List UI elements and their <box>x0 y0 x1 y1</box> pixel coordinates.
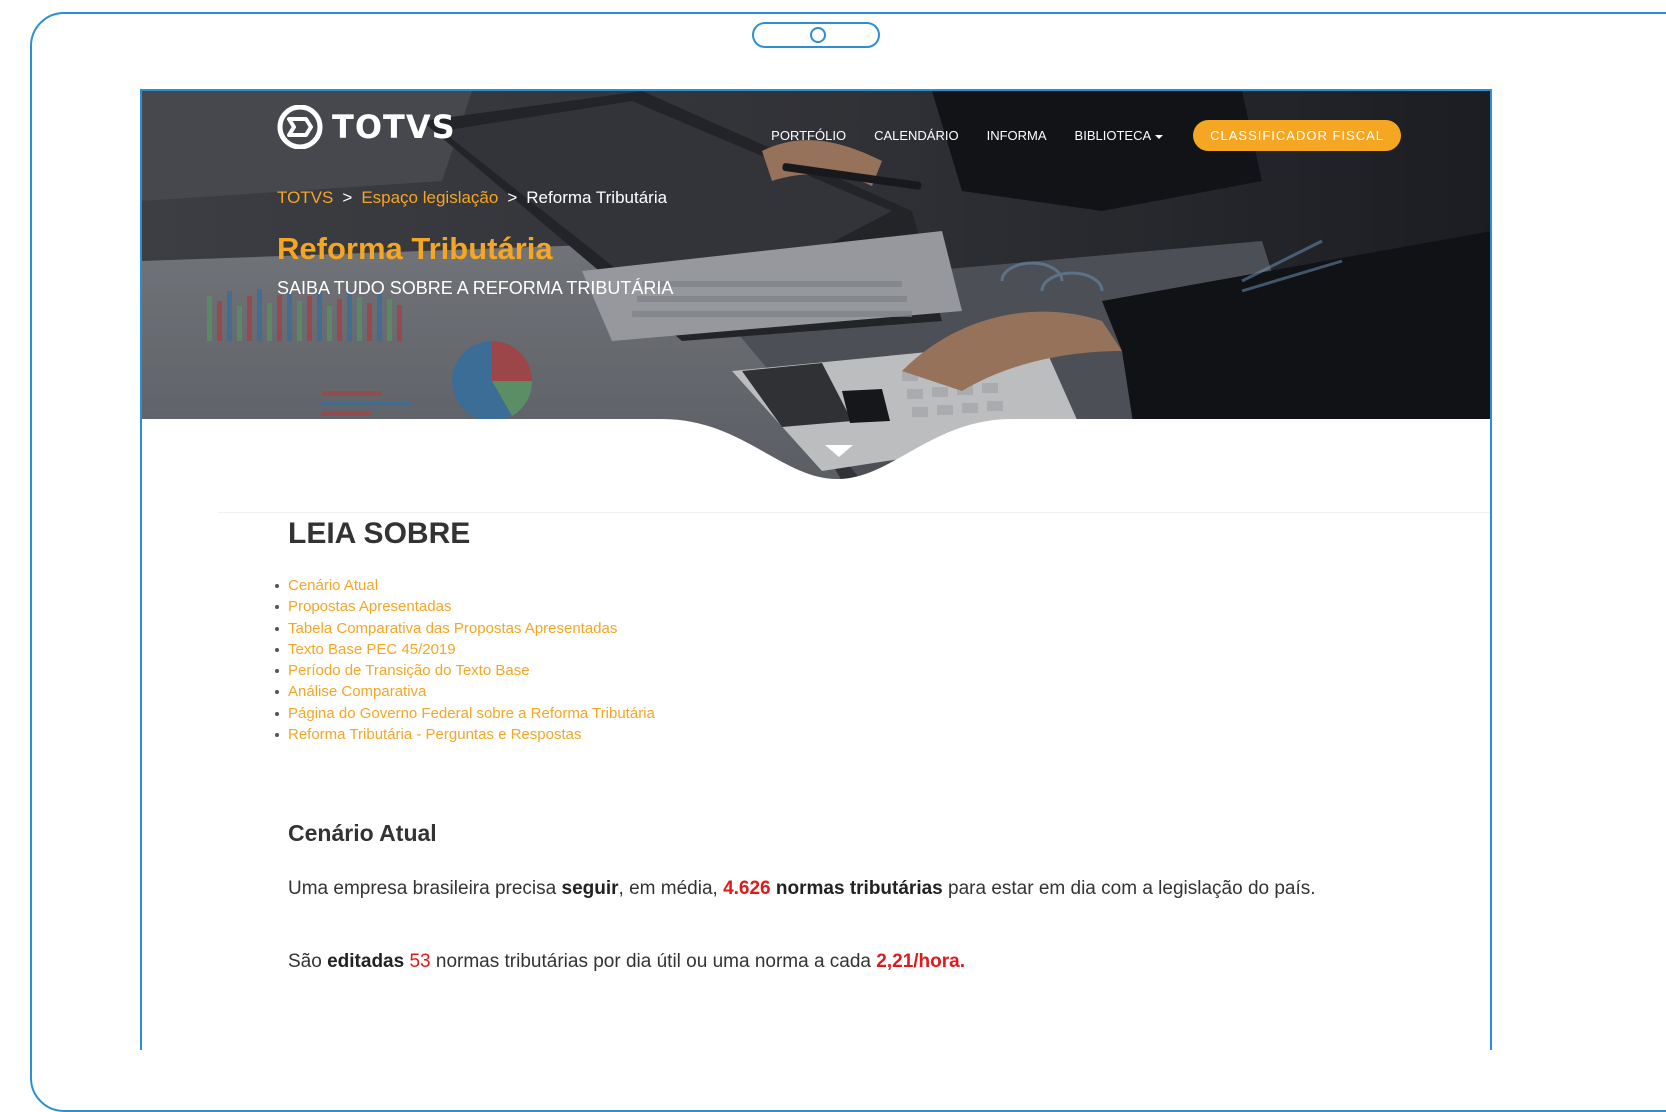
toc-link-tabela-comparativa[interactable]: Tabela Comparativa das Propostas Apresen… <box>288 620 617 637</box>
nav-biblioteca-dropdown[interactable]: BIBLIOTECA <box>1075 128 1164 143</box>
breadcrumb-current: Reforma Tributária <box>526 188 668 207</box>
totvs-logo-icon <box>277 105 323 149</box>
text: São <box>288 951 328 972</box>
highlight-number: 4.626 <box>723 878 771 899</box>
breadcrumb-link-espaco-legislacao[interactable]: Espaço legislação <box>361 188 498 207</box>
text: normas tributárias por dia útil ou uma n… <box>430 951 877 972</box>
list-item: Propostas Apresentadas <box>275 596 655 617</box>
cenario-atual-heading: Cenário Atual <box>288 820 437 846</box>
highlight-number: 2,21/hora. <box>876 951 965 972</box>
highlight-number: 53 <box>404 951 431 972</box>
main-nav: PORTFÓLIO CALENDÁRIO INFORMA BIBLIOTECA … <box>771 120 1401 151</box>
list-item: Tabela Comparativa das Propostas Apresen… <box>275 618 655 639</box>
caret-down-icon <box>1155 134 1164 139</box>
nav-informa[interactable]: INFORMA <box>987 128 1047 143</box>
page-subtitle: SAIBA TUDO SOBRE A REFORMA TRIBUTÁRIA <box>277 278 674 298</box>
page-title: Reforma Tributária <box>277 231 553 266</box>
brand-logo[interactable]: TOTVS <box>276 105 456 149</box>
text: para estar em dia com a legislação do pa… <box>942 878 1316 899</box>
camera-lens <box>810 27 826 43</box>
list-item: Reforma Tributária - Perguntas e Respost… <box>275 724 655 745</box>
nav-portfolio[interactable]: PORTFÓLIO <box>771 128 846 143</box>
cenario-paragraph-1: Uma empresa brasileira precisa seguir, e… <box>288 877 1388 900</box>
list-item: Período de Transição do Texto Base <box>275 660 655 681</box>
bold-text: editadas <box>327 951 405 972</box>
list-item: Texto Base PEC 45/2019 <box>275 639 655 660</box>
brand-name: TOTVS <box>332 108 456 146</box>
toc-link-cenario-atual[interactable]: Cenário Atual <box>288 577 378 594</box>
browser-viewport: TOTVS PORTFÓLIO CALENDÁRIO INFORMA BIBLI… <box>140 89 1492 1050</box>
leia-sobre-list: Cenário Atual Propostas Apresentadas Tab… <box>275 575 655 745</box>
cenario-paragraph-2: São editadas 53 normas tributárias por d… <box>288 950 1388 973</box>
text: Uma empresa brasileira precisa <box>288 878 562 899</box>
list-item: Página do Governo Federal sobre a Reform… <box>275 703 655 724</box>
nav-calendario[interactable]: CALENDÁRIO <box>874 128 959 143</box>
toc-link-governo-federal[interactable]: Página do Governo Federal sobre a Reform… <box>288 705 655 722</box>
breadcrumb: TOTVS > Espaço legislação > Reforma Tributár… <box>277 188 667 208</box>
list-item: Análise Comparativa <box>275 681 655 702</box>
hero-wave-divider <box>142 419 1490 481</box>
nav-biblioteca-label: BIBLIOTECA <box>1074 128 1152 143</box>
bold-text: seguir <box>561 878 619 899</box>
toc-link-propostas-apresentadas[interactable]: Propostas Apresentadas <box>288 598 451 615</box>
bold-text: normas tributárias <box>770 878 943 899</box>
scroll-down-arrow-icon[interactable] <box>825 445 853 457</box>
breadcrumb-separator: > <box>342 188 353 207</box>
leia-sobre-heading: LEIA SOBRE <box>288 517 471 550</box>
toc-link-analise-comparativa[interactable]: Análise Comparativa <box>288 683 426 700</box>
breadcrumb-link-totvs[interactable]: TOTVS <box>277 188 333 207</box>
camera-icon <box>752 22 880 48</box>
toc-link-perguntas-respostas[interactable]: Reforma Tributária - Perguntas e Respost… <box>288 726 581 743</box>
classificador-fiscal-button[interactable]: CLASSIFICADOR FISCAL <box>1193 120 1401 151</box>
text: , em média, <box>618 878 724 899</box>
toc-link-texto-base-pec[interactable]: Texto Base PEC 45/2019 <box>288 641 456 658</box>
hero-banner: TOTVS PORTFÓLIO CALENDÁRIO INFORMA BIBLI… <box>142 91 1490 481</box>
toc-link-periodo-transicao[interactable]: Período de Transição do Texto Base <box>288 662 530 679</box>
section-divider <box>218 512 1490 513</box>
list-item: Cenário Atual <box>275 575 655 596</box>
breadcrumb-separator: > <box>507 188 518 207</box>
